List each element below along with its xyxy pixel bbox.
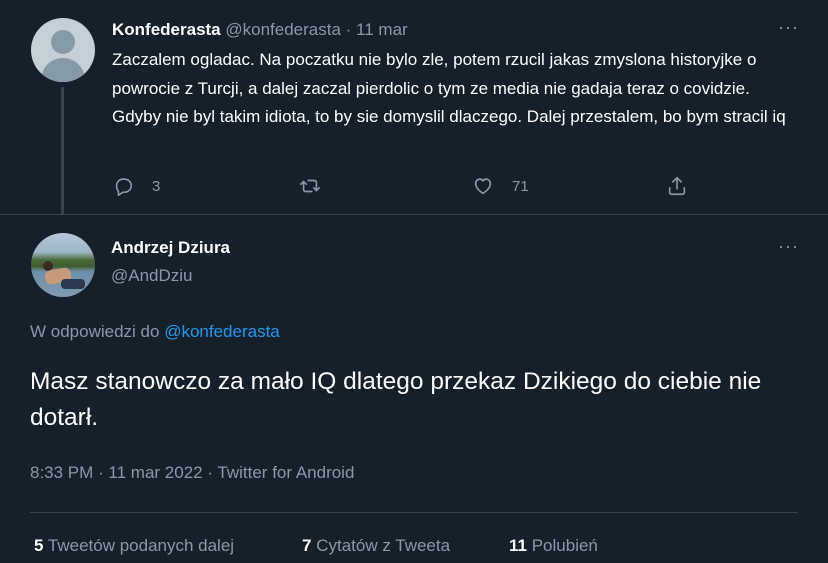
handle[interactable]: @konfederasta [225, 20, 341, 39]
like-count: 71 [512, 177, 529, 195]
tweet-date[interactable]: · 11 mar [346, 20, 408, 39]
quotes-count: 7 [302, 536, 312, 555]
divider [0, 214, 828, 215]
more-icon[interactable]: ··· [778, 17, 799, 38]
more-icon[interactable]: ··· [778, 236, 799, 257]
share-button[interactable] [666, 175, 688, 197]
tweet-text: Zaczalem ogladac. Na poczatku nie bylo z… [112, 50, 786, 126]
tweet-actions: 3 71 [112, 175, 712, 199]
default-avatar-body [41, 58, 85, 82]
quotes-label: Cytatów z Tweeta [316, 536, 451, 555]
thread-line [61, 87, 64, 214]
retweet-icon [300, 179, 320, 193]
tweet-timestamp[interactable]: 8:33 PM · 11 mar 2022 · Twitter for Andr… [30, 463, 354, 483]
display-name[interactable]: Konfederasta [112, 20, 221, 39]
reply-icon [115, 178, 133, 196]
reply-count: 3 [152, 177, 161, 195]
tweet-text: Masz stanowczo za mało IQ dlatego przeka… [30, 368, 762, 431]
retweets-stat[interactable]: 5 Tweetów podanych dalej [34, 536, 234, 556]
likes-count: 11 [509, 536, 527, 555]
heart-icon [474, 178, 492, 195]
handle[interactable]: @AndDziu [111, 266, 193, 286]
share-icon [668, 176, 686, 196]
parent-tweet[interactable]: Konfederasta @konfederasta · 11 mar ··· … [0, 0, 828, 214]
tweet-header: Konfederasta @konfederasta · 11 mar [112, 20, 408, 40]
retweet-button[interactable] [299, 175, 339, 197]
avatar-photo-figure-legs [61, 279, 85, 289]
reply-prefix: W odpowiedzi do [30, 322, 160, 341]
avatar[interactable] [31, 233, 95, 297]
reply-context: W odpowiedzi do @konfederasta [30, 322, 280, 342]
reply-mention-link[interactable]: @konfederasta [164, 322, 280, 341]
reply-button[interactable]: 3 [112, 175, 160, 197]
divider [30, 512, 798, 513]
quotes-stat[interactable]: 7 Cytatów z Tweeta [302, 536, 450, 556]
like-button[interactable]: 71 [472, 175, 529, 197]
likes-stat[interactable]: 11 Polubień [509, 536, 598, 556]
likes-label: Polubień [531, 536, 598, 555]
retweets-count: 5 [34, 536, 44, 555]
retweets-label: Tweetów podanych dalej [47, 536, 235, 555]
avatar[interactable] [31, 18, 95, 82]
display-name[interactable]: Andrzej Dziura [111, 238, 230, 258]
default-avatar-head [51, 30, 75, 54]
